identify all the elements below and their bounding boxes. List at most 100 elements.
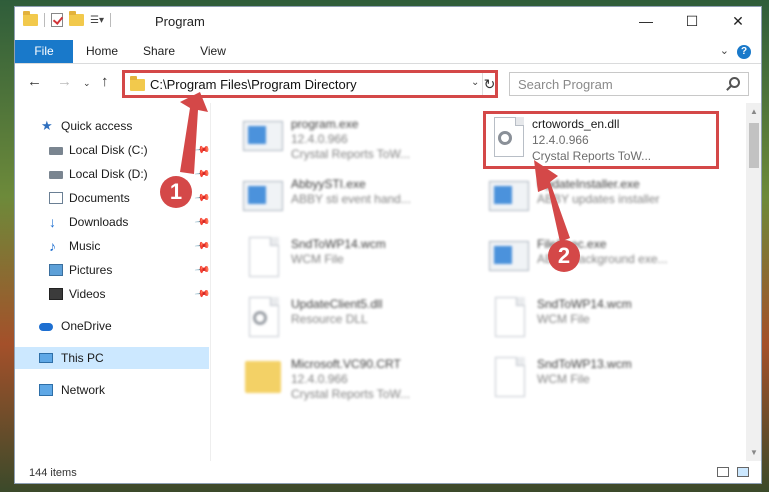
divider: [109, 13, 111, 27]
sidebar-item-videos[interactable]: Videos 📌: [15, 283, 211, 305]
sidebar-item-label: Videos: [69, 287, 106, 301]
step-badge-1: 1: [160, 176, 192, 208]
cloud-icon: [39, 323, 53, 331]
file-item[interactable]: program.exe 12.4.0.966 Crystal Reports T…: [235, 111, 475, 169]
sidebar-item-this-pc[interactable]: This PC: [15, 347, 209, 369]
sidebar-item-quick-access[interactable]: ★ Quick access: [15, 115, 209, 137]
forward-arrow-icon[interactable]: →: [57, 73, 72, 90]
file-type: WCM File: [537, 312, 590, 326]
folder-icon: [23, 11, 38, 26]
tab-file[interactable]: File: [15, 40, 73, 63]
status-bar: 144 items: [15, 461, 761, 483]
pin-icon: 📌: [193, 285, 211, 303]
up-arrow-icon[interactable]: ↑: [101, 73, 109, 90]
exe-icon: [243, 117, 283, 161]
navigation-bar: ← → ⌄ ↑ C:\Program Files\Program Directo…: [15, 67, 761, 99]
pin-icon: 📌: [193, 261, 211, 279]
app-icon: [243, 177, 283, 221]
file-type: WCM File: [537, 372, 590, 386]
pin-icon: 📌: [193, 189, 211, 207]
file-name: program.exe: [291, 117, 359, 131]
file-type: WCM File: [291, 252, 344, 266]
minimize-button[interactable]: —: [623, 7, 669, 35]
file-name: Microsoft.VC90.CRT: [291, 357, 401, 371]
file-description: ABBY sti event hand...: [291, 192, 411, 206]
network-icon: [39, 384, 53, 396]
file-description: Crystal Reports ToW...: [291, 147, 411, 161]
pin-icon: 📌: [193, 237, 211, 255]
pin-icon: 📌: [193, 141, 211, 159]
file-item-highlighted[interactable]: crtowords_en.dll 12.4.0.966 Crystal Repo…: [483, 111, 719, 169]
sidebar-item-label: Music: [69, 239, 101, 253]
app-icon: [489, 237, 529, 281]
file-item[interactable]: UpdateInstaller.exe ABBY updates install…: [481, 171, 721, 229]
file-item[interactable]: AbbyySTI.exe ABBY sti event hand...: [235, 171, 475, 229]
folder-icon: [243, 357, 283, 401]
file-item[interactable]: Microsoft.VC90.CRT 12.4.0.966 Crystal Re…: [235, 351, 475, 409]
sidebar-item-network[interactable]: Network: [15, 379, 209, 401]
sidebar-item-downloads[interactable]: ↓ Downloads 📌: [15, 211, 211, 233]
step-badge-2: 2: [548, 240, 580, 272]
scroll-down-icon[interactable]: ▼: [750, 448, 758, 457]
pin-icon: 📌: [193, 213, 211, 231]
sidebar-item-music[interactable]: ♪ Music 📌: [15, 235, 211, 257]
properties-icon[interactable]: [51, 13, 63, 27]
file-icon: [243, 237, 283, 281]
pc-icon: [39, 353, 53, 363]
sidebar-item-local-disk-c[interactable]: Local Disk (C:) 📌: [15, 139, 211, 161]
file-list: program.exe 12.4.0.966 Crystal Reports T…: [215, 103, 745, 461]
search-icon[interactable]: [729, 77, 740, 88]
file-item[interactable]: SndToWP14.wcm WCM File: [481, 291, 721, 349]
maximize-button[interactable]: ☐: [669, 7, 715, 35]
vertical-scrollbar[interactable]: ▲ ▼: [746, 103, 761, 461]
disk-icon: [49, 147, 63, 155]
file-item[interactable]: SndToWP14.wcm WCM File: [235, 231, 475, 289]
file-version: 12.4.0.966: [291, 372, 348, 386]
sidebar-item-label: Network: [61, 383, 106, 397]
file-version: 12.4.0.966: [532, 133, 589, 147]
help-icon[interactable]: ?: [737, 45, 751, 59]
star-icon: ★: [41, 118, 53, 133]
file-name: UpdateInstaller.exe: [537, 177, 640, 191]
sidebar-item-onedrive[interactable]: OneDrive: [15, 315, 209, 337]
disk-icon: [49, 171, 63, 179]
dll-gear-icon: [488, 117, 528, 161]
pin-icon: 📌: [193, 165, 211, 183]
recent-locations-icon[interactable]: ⌄: [83, 78, 91, 89]
explorer-window: ☰▾ Program — ☐ ✕ File Home Share View ⌄ …: [14, 6, 762, 484]
file-name: UpdateClient5.dll: [291, 297, 383, 311]
videos-icon: [49, 288, 63, 300]
scrollbar-thumb[interactable]: [749, 123, 759, 168]
chevron-down-icon[interactable]: ⌄: [720, 44, 729, 57]
new-folder-icon[interactable]: [69, 11, 84, 26]
tab-view[interactable]: View: [191, 40, 235, 63]
file-name: AbbyySTI.exe: [291, 177, 366, 191]
file-name: SndToWP14.wcm: [291, 237, 386, 251]
address-highlight-box: [122, 70, 498, 98]
scroll-up-icon[interactable]: ▲: [750, 107, 758, 116]
file-item[interactable]: SndToWP13.wcm WCM File: [481, 351, 721, 409]
back-arrow-icon[interactable]: ←: [27, 73, 42, 90]
tab-home[interactable]: Home: [77, 40, 127, 63]
details-view-icon[interactable]: [717, 467, 729, 477]
file-item[interactable]: UpdateClient5.dll Resource DLL: [235, 291, 475, 349]
close-button[interactable]: ✕: [715, 7, 761, 35]
download-icon: ↓: [49, 214, 56, 230]
file-item[interactable]: FileSpec.exe ABBY background exe...: [481, 231, 721, 289]
sidebar-item-label: Local Disk (C:): [69, 143, 148, 157]
file-name: SndToWP14.wcm: [537, 297, 632, 311]
large-icons-view-icon[interactable]: [737, 467, 749, 477]
sidebar-item-label: Pictures: [69, 263, 113, 277]
customize-toolbar-icon[interactable]: ☰▾: [90, 15, 104, 26]
file-type: Resource DLL: [291, 312, 368, 326]
sidebar-item-label: This PC: [61, 351, 104, 365]
tab-share[interactable]: Share: [135, 40, 183, 63]
title-bar: ☰▾ Program — ☐ ✕: [15, 7, 761, 35]
file-name: crtowords_en.dll: [532, 117, 620, 131]
window-title: Program: [155, 14, 205, 29]
search-placeholder: Search Program: [518, 77, 613, 92]
file-description: Crystal Reports ToW...: [291, 387, 411, 401]
sidebar-item-pictures[interactable]: Pictures 📌: [15, 259, 211, 281]
search-input[interactable]: Search Program: [509, 72, 749, 96]
documents-icon: [49, 192, 63, 204]
